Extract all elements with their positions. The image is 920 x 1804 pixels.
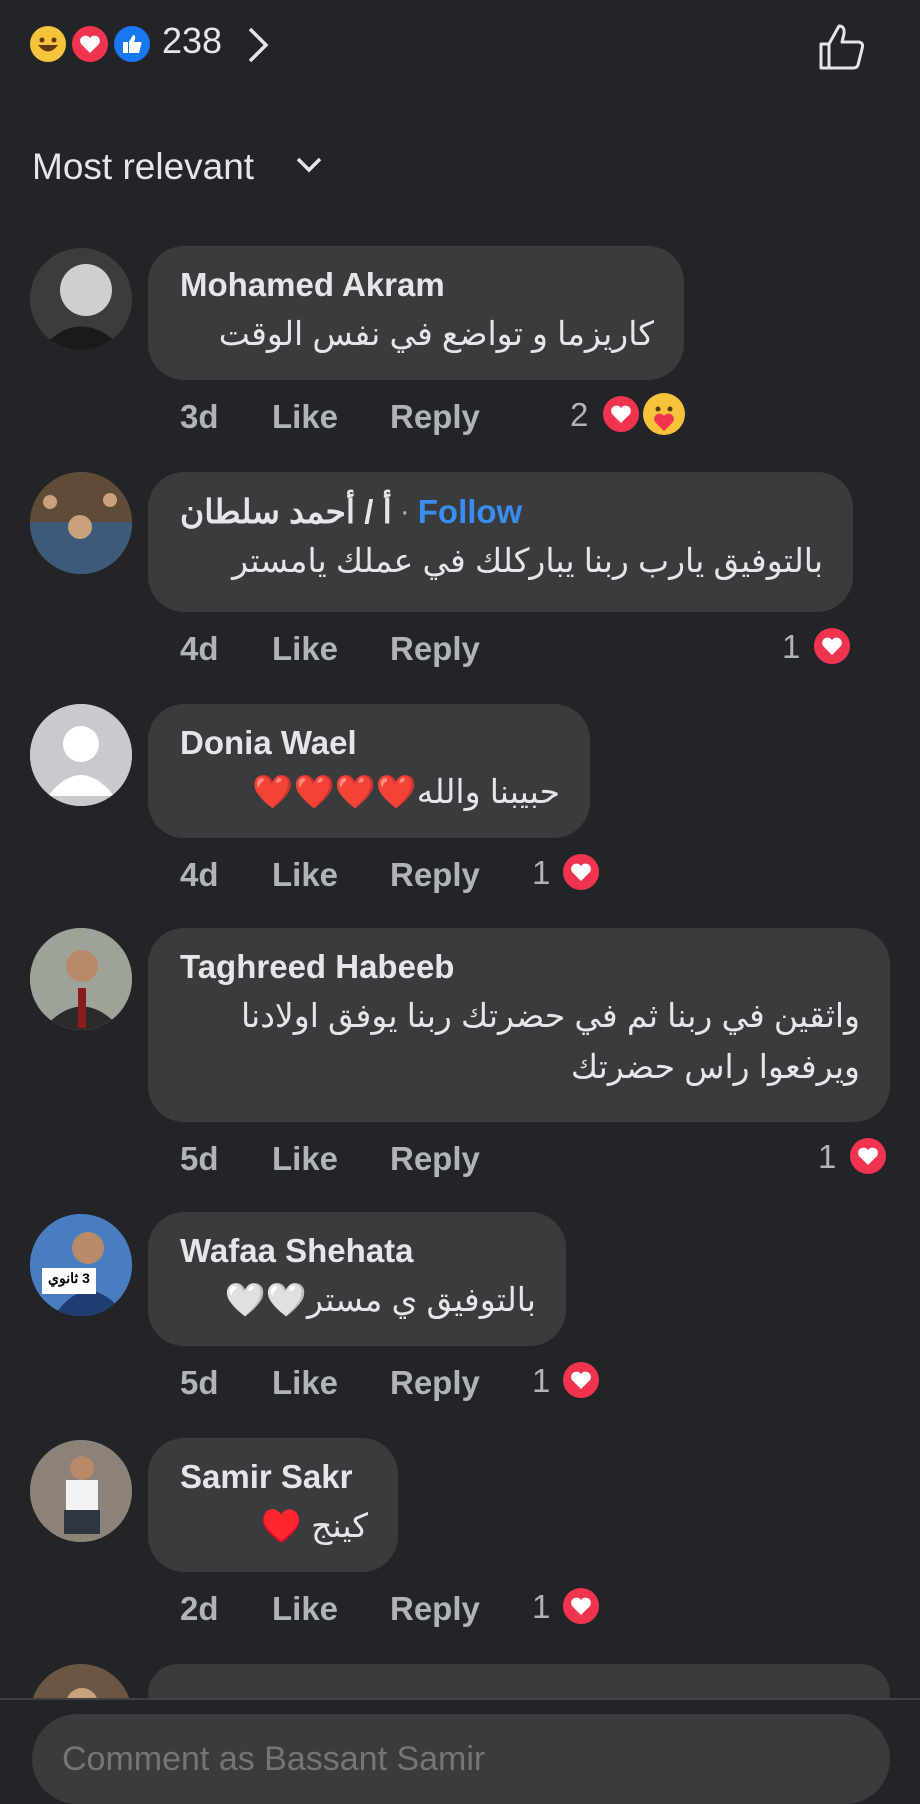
avatar[interactable]: 3 ثانوي: [30, 1214, 132, 1316]
love-icon: [601, 394, 641, 434]
avatar[interactable]: [30, 472, 132, 574]
like-button[interactable]: Like: [272, 398, 338, 436]
love-icon: [70, 24, 110, 64]
comment-bubble[interactable]: Wafaa Shehata بالتوفيق ي مستر🤍🤍: [148, 1212, 566, 1346]
chevron-down-icon[interactable]: [295, 156, 323, 174]
comment-bubble[interactable]: Mohamed Akram كاريزما و تواضع في نفس الو…: [148, 246, 684, 380]
love-icon: [561, 852, 601, 892]
comment-input[interactable]: [32, 1714, 890, 1804]
reaction-count[interactable]: 1: [532, 1588, 550, 1626]
avatar[interactable]: [30, 704, 132, 806]
separator-dot: ·: [399, 494, 410, 528]
reply-button[interactable]: Reply: [390, 1364, 480, 1402]
avatar-badge: 3 ثانوي: [48, 1270, 90, 1286]
comment-time[interactable]: 4d: [180, 630, 219, 668]
comment-time[interactable]: 2d: [180, 1590, 219, 1628]
love-icon: [812, 626, 852, 666]
reaction-count[interactable]: 1: [782, 628, 800, 666]
avatar[interactable]: [30, 928, 132, 1030]
reply-button[interactable]: Reply: [390, 1140, 480, 1178]
comment-text: بالتوفيق يارب ربنا يباركلك في عملك يامست…: [232, 542, 823, 579]
like-button[interactable]: Like: [272, 1590, 338, 1628]
comment-time[interactable]: 3d: [180, 398, 219, 436]
thumbs-up-icon[interactable]: [815, 20, 869, 74]
reply-button[interactable]: Reply: [390, 856, 480, 894]
commenter-name[interactable]: أ / أحمد سلطان: [180, 492, 392, 531]
care-icon: [643, 393, 685, 435]
comment-text: بالتوفيق ي مستر🤍🤍: [224, 1281, 536, 1318]
comment-text-line-1: واثقين في ربنا ثم في حضرتك ربنا يوفق اول…: [241, 997, 860, 1034]
love-icon: [848, 1136, 888, 1176]
commenter-name[interactable]: Taghreed Habeeb: [180, 948, 860, 986]
sort-dropdown[interactable]: Most relevant: [32, 146, 254, 188]
like-button[interactable]: Like: [272, 630, 338, 668]
like-icon: [112, 24, 152, 64]
reply-button[interactable]: Reply: [390, 1590, 480, 1628]
reaction-count[interactable]: 1: [818, 1138, 836, 1176]
reaction-count[interactable]: 1: [532, 1362, 550, 1400]
like-button[interactable]: Like: [272, 1140, 338, 1178]
haha-icon: [28, 24, 68, 64]
like-button[interactable]: Like: [272, 1364, 338, 1402]
reactions-bar[interactable]: 238: [0, 0, 920, 95]
comment-text-line-2: ويرفعوا راس حضرتك: [570, 1048, 860, 1086]
comment-bubble[interactable]: Donia Wael حبيبنا والله❤️❤️❤️❤️: [148, 704, 590, 838]
comment-time[interactable]: 5d: [180, 1140, 219, 1178]
chevron-right-icon[interactable]: [246, 26, 270, 64]
comment-bubble[interactable]: Taghreed Habeeb واثقين في ربنا ثم في حضر…: [148, 928, 890, 1122]
avatar[interactable]: [30, 248, 132, 350]
comment-text: كاريزما و تواضع في نفس الوقت: [218, 315, 654, 352]
reaction-count[interactable]: 2: [570, 396, 588, 434]
comment-time[interactable]: 5d: [180, 1364, 219, 1402]
comment-bubble[interactable]: Samir Sakr كينج ♥️: [148, 1438, 398, 1572]
commenter-name[interactable]: Samir Sakr: [180, 1458, 368, 1496]
reaction-count[interactable]: 1: [532, 854, 550, 892]
love-icon: [561, 1360, 601, 1400]
comment-text: حبيبنا والله❤️❤️❤️❤️: [252, 773, 560, 810]
comment-time[interactable]: 4d: [180, 856, 219, 894]
comment-text: كينج ♥️: [260, 1507, 368, 1544]
commenter-name[interactable]: Mohamed Akram: [180, 266, 654, 304]
commenter-name[interactable]: Donia Wael: [180, 724, 560, 762]
commenter-name[interactable]: Wafaa Shehata: [180, 1232, 536, 1270]
follow-button[interactable]: Follow: [418, 493, 522, 531]
reply-button[interactable]: Reply: [390, 630, 480, 668]
like-button[interactable]: Like: [272, 856, 338, 894]
comment-bubble[interactable]: أ / أحمد سلطان · Follow بالتوفيق يارب رب…: [148, 472, 853, 612]
love-icon: [561, 1586, 601, 1626]
reaction-count[interactable]: 238: [162, 20, 222, 62]
reply-button[interactable]: Reply: [390, 398, 480, 436]
avatar[interactable]: [30, 1440, 132, 1542]
